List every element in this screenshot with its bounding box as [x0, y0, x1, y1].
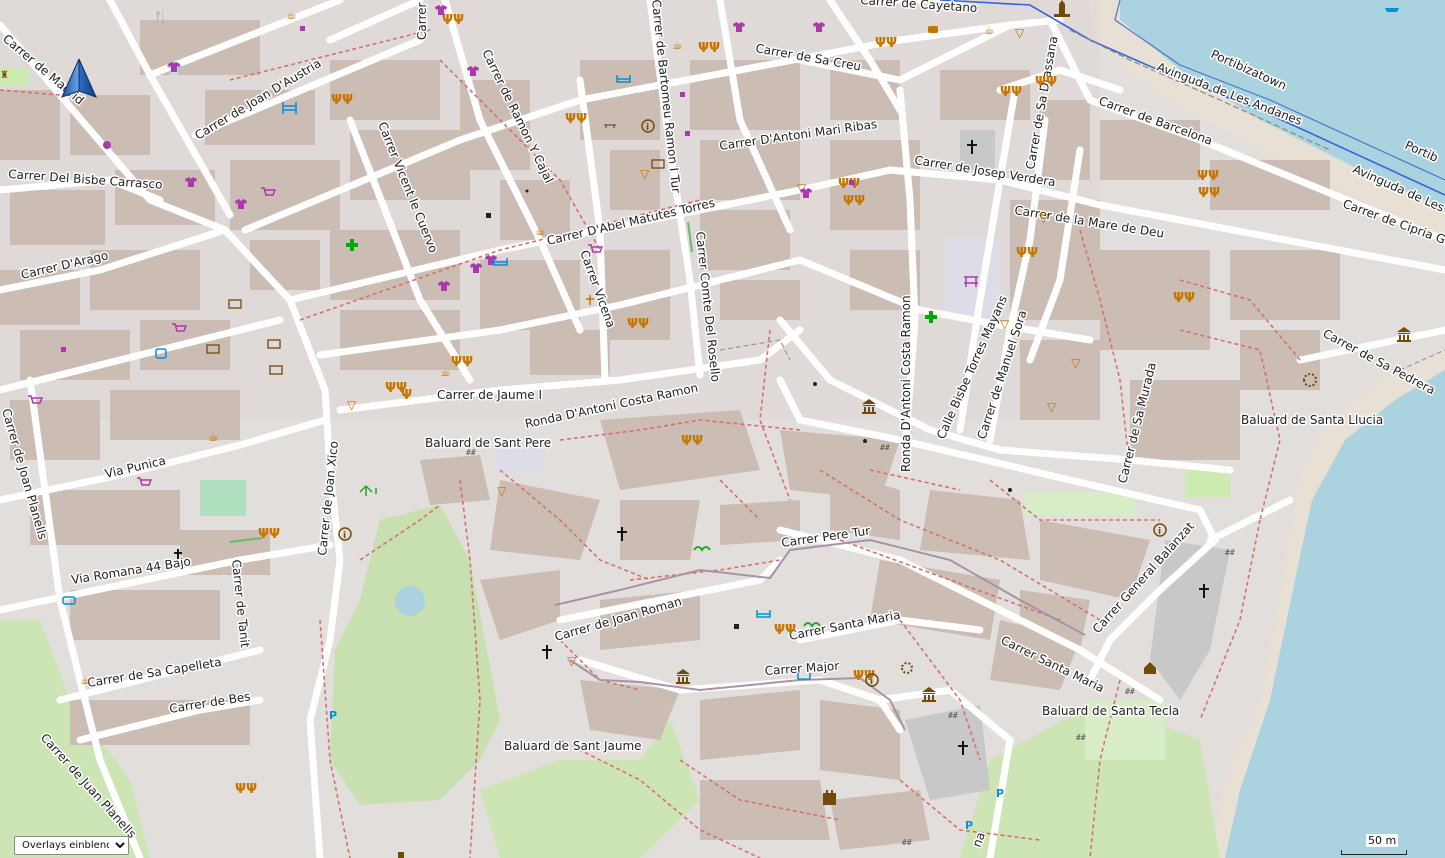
poi-square[interactable]	[734, 624, 739, 629]
fork-knife-icon[interactable]: ΨΨ	[681, 434, 703, 449]
coffee-cup-icon[interactable]: ☕	[535, 224, 546, 238]
ice-cream-icon[interactable]: ▽	[1039, 211, 1049, 225]
street-label: Baluard de Sant Pere	[425, 436, 551, 450]
burger-icon[interactable]	[928, 26, 938, 33]
beer-icon[interactable]: ▽	[347, 398, 357, 412]
poi-dot	[863, 439, 867, 443]
fork-knife-icon[interactable]: ΨΨ	[565, 112, 587, 127]
coffee-cup-icon[interactable]: ☕	[286, 8, 297, 22]
poi-dot	[525, 189, 529, 193]
fork-knife-icon[interactable]: ΨΨ	[442, 13, 464, 28]
fork-knife-icon[interactable]: ΨΨ	[1000, 85, 1022, 100]
coffee-cup-icon[interactable]: ☕	[80, 673, 91, 687]
poi-square[interactable]	[398, 852, 404, 858]
coffee-cup-icon[interactable]: ☕	[440, 365, 451, 379]
shop-dot[interactable]	[680, 92, 685, 97]
beer-icon[interactable]: ▽	[1000, 317, 1010, 331]
coffee-cup-icon[interactable]: ☕	[672, 38, 683, 52]
info-icon-letter: i	[646, 123, 649, 133]
street-label: Baluard de Santa Llucia	[1241, 413, 1383, 427]
street-label: Carrer	[415, 2, 429, 40]
fork-knife-icon[interactable]: ΨΨ	[1197, 169, 1219, 184]
poi-dot	[813, 382, 817, 386]
fortification-marker: ##	[948, 711, 958, 720]
apple-icon[interactable]	[103, 141, 111, 149]
coffee-cup-icon[interactable]: ☕	[984, 23, 995, 37]
fortification-marker: ##	[1225, 548, 1235, 557]
beer-icon[interactable]: ▽	[1047, 400, 1057, 414]
fork-knife-icon[interactable]: ΨΨ	[258, 527, 280, 542]
fortification-marker: ##	[880, 443, 890, 452]
fork-knife-icon[interactable]: ΨΨ	[774, 623, 796, 638]
scale-bar	[1341, 850, 1407, 855]
street-label: Ronda D'Antoni Costa Ramon	[899, 295, 913, 472]
beer-icon[interactable]: ▽	[497, 484, 507, 498]
shop-dot[interactable]	[685, 131, 690, 136]
info-icon-letter: i	[1158, 527, 1161, 537]
fork-knife-icon[interactable]: ΨΨ	[1035, 75, 1057, 90]
ice-cream-icon[interactable]: ▽	[1015, 26, 1025, 40]
fork-knife-icon[interactable]: Ψ	[401, 388, 412, 403]
sports-pitch	[200, 480, 246, 516]
poi-square[interactable]	[486, 213, 491, 218]
beer-icon[interactable]: ▽	[1071, 356, 1081, 370]
fork-knife-icon[interactable]: ΨΨ	[627, 317, 649, 332]
beer-icon[interactable]: ▽	[640, 167, 650, 181]
fork-knife-icon[interactable]: ΨΨ	[698, 41, 720, 56]
fortification-marker: ##	[1125, 687, 1135, 696]
monument-icon[interactable]: ♜	[0, 70, 9, 81]
shop-dot[interactable]	[849, 180, 854, 185]
parking-icon[interactable]: P	[965, 819, 973, 832]
fork-knife-icon[interactable]: ΨΨ	[1198, 186, 1220, 201]
fork-knife-icon[interactable]: ΨΨ	[451, 355, 473, 370]
parking-icon[interactable]: P	[329, 709, 337, 722]
coffee-cup-icon[interactable]: ☕	[208, 430, 219, 444]
shop-dot[interactable]	[300, 26, 305, 31]
fork-knife-icon[interactable]: ΨΨ	[1173, 291, 1195, 306]
ferry-icon[interactable]	[1385, 8, 1399, 12]
info-icon-letter: i	[870, 677, 873, 687]
fork-knife-icon[interactable]: ΨΨ	[843, 194, 865, 209]
fork-knife-icon[interactable]: ΨΨ	[875, 36, 897, 51]
fortification-marker: ##	[1076, 733, 1086, 742]
overlays-dropdown[interactable]: Overlays einblenden	[14, 836, 129, 855]
beer-icon[interactable]: ▽	[567, 654, 577, 668]
map-canvas[interactable]: Carrer de Madrid Carrer de Joan D'Austri…	[0, 0, 1445, 858]
parking-icon[interactable]: P	[996, 787, 1004, 800]
fork-knife-icon[interactable]: ΨΨ	[235, 782, 257, 797]
fork-knife-icon[interactable]: ΨΨ	[331, 93, 353, 108]
shop-dot[interactable]	[61, 347, 66, 352]
fork-knife-icon[interactable]: ΨΨ	[1016, 246, 1038, 261]
street-label: Baluard de Sant Jaume	[504, 739, 642, 753]
grass-strip	[1025, 492, 1135, 516]
north-arrow-icon[interactable]	[60, 57, 98, 101]
fortification-marker: ##	[902, 838, 912, 847]
street-label: Carrer de Jaume I	[437, 388, 542, 402]
pond	[395, 586, 425, 616]
fork-knife-icon[interactable]: 🍴	[152, 9, 169, 26]
scale-label: 50 m	[1366, 834, 1399, 847]
fortification-marker: ##	[466, 448, 476, 457]
info-icon-letter: i	[343, 531, 346, 541]
poi-dot	[1008, 488, 1012, 492]
street-label: Baluard de Santa Tecla	[1042, 704, 1179, 718]
